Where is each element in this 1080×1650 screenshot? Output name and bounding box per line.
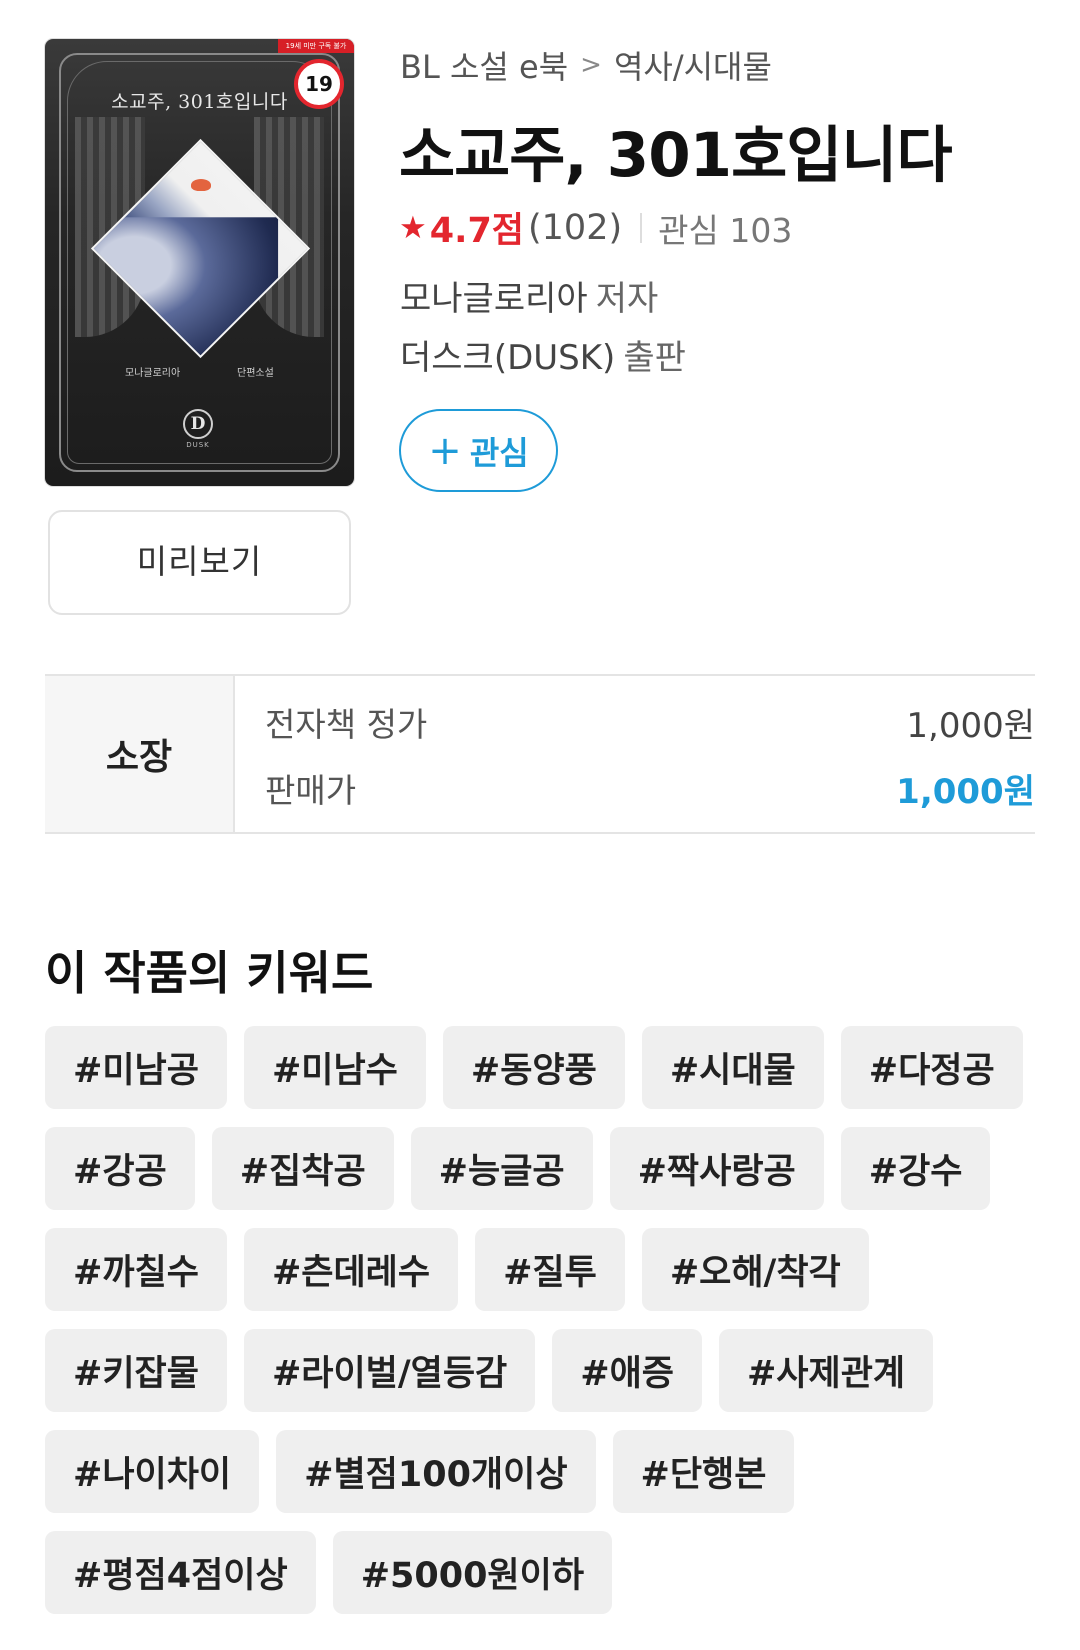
keyword-tag[interactable]: #나이차이 bbox=[45, 1430, 260, 1513]
age-rating-badge: 19 bbox=[294, 59, 344, 109]
cover-sun bbox=[191, 179, 211, 191]
keywords-heading: 이 작품의 키워드 bbox=[45, 946, 374, 1000]
keyword-tag[interactable]: #단행본 bbox=[612, 1430, 795, 1513]
breadcrumb-subcategory[interactable]: 역사/시대물 bbox=[614, 42, 772, 88]
keyword-tag[interactable]: #별점100개이상 bbox=[276, 1430, 596, 1513]
keyword-tag[interactable]: #집착공 bbox=[211, 1127, 394, 1210]
keyword-tag[interactable]: #미남공 bbox=[45, 1026, 227, 1109]
sale-price-label: 판매가 bbox=[265, 771, 357, 810]
adult-warning-strip: 19세 미만 구독 불가 bbox=[278, 39, 354, 53]
publisher-line: 더스크(DUSK) 출판 bbox=[400, 330, 686, 379]
list-price-label: 전자책 정가 bbox=[265, 705, 428, 744]
purchase-type-label: 소장 bbox=[45, 676, 235, 832]
publisher-logo-text: DUSK bbox=[186, 441, 210, 449]
keyword-tag[interactable]: #강공 bbox=[45, 1127, 195, 1210]
keyword-tag[interactable]: #짝사랑공 bbox=[609, 1127, 824, 1210]
author-line: 모나글로리아 저자 bbox=[400, 271, 658, 320]
rating-score: 4.7점 bbox=[429, 211, 524, 251]
list-price-row: 전자책 정가 1,000원 bbox=[265, 698, 1035, 747]
keyword-tag[interactable]: #오해/착각 bbox=[641, 1228, 869, 1311]
sale-price-value: 1,000원 bbox=[896, 772, 1035, 812]
cover-author: 모나글로리아 bbox=[125, 368, 181, 379]
preview-button[interactable]: 미리보기 bbox=[48, 510, 351, 615]
publisher-name[interactable]: 더스크(DUSK) bbox=[400, 338, 615, 378]
add-favorite-button[interactable]: + 관심 bbox=[399, 409, 558, 492]
keyword-tag[interactable]: #평점4점이상 bbox=[45, 1531, 316, 1614]
rating-row[interactable]: ★ 4.7점 (102) 관심 103 bbox=[399, 202, 792, 253]
add-favorite-label: 관심 bbox=[469, 433, 529, 472]
keyword-tag[interactable]: #미남수 bbox=[243, 1026, 426, 1109]
keyword-tag[interactable]: #키잡물 bbox=[45, 1329, 227, 1412]
list-price-value: 1,000원 bbox=[906, 706, 1035, 746]
plus-icon: + bbox=[428, 427, 462, 474]
sale-price-row: 판매가 1,000원 bbox=[265, 764, 1035, 813]
keyword-list: #미남공 #미남수 #동양풍 #시대물 #다정공 #강공 #집착공 #능글공 #… bbox=[45, 1026, 1035, 1614]
cover-genre: 단편소설 bbox=[237, 368, 274, 379]
publisher-logo-icon: D bbox=[183, 409, 213, 439]
keyword-tag[interactable]: #동양풍 bbox=[442, 1026, 625, 1109]
chevron-right-icon: > bbox=[580, 50, 602, 80]
book-cover[interactable]: 소교주, 301호입니다 모나글로리아 단편소설 D DUSK 19세 미만 구… bbox=[45, 39, 354, 486]
keyword-tag[interactable]: #다정공 bbox=[840, 1026, 1023, 1109]
keyword-tag[interactable]: #능글공 bbox=[410, 1127, 593, 1210]
keyword-tag[interactable]: #라이벌/열등감 bbox=[243, 1329, 536, 1412]
keyword-tag[interactable]: #질투 bbox=[475, 1228, 625, 1311]
price-rows: 전자책 정가 1,000원 판매가 1,000원 bbox=[235, 676, 1035, 832]
star-icon: ★ bbox=[399, 209, 427, 246]
keyword-tag[interactable]: #까칠수 bbox=[45, 1228, 227, 1311]
rating-count: (102) bbox=[528, 207, 623, 248]
author-role: 저자 bbox=[595, 279, 659, 319]
keyword-tag[interactable]: #강수 bbox=[840, 1127, 991, 1210]
favorite-count: 관심 103 bbox=[658, 210, 793, 250]
keyword-tag[interactable]: #애증 bbox=[552, 1329, 702, 1412]
publisher-role: 출판 bbox=[623, 338, 686, 378]
price-table: 소장 전자책 정가 1,000원 판매가 1,000원 bbox=[45, 674, 1035, 834]
divider bbox=[640, 212, 643, 243]
breadcrumb: BL 소설 e북 > 역사/시대물 bbox=[400, 42, 772, 88]
book-title: 소교주, 301호입니다 bbox=[399, 120, 953, 191]
keyword-tag[interactable]: #시대물 bbox=[641, 1026, 824, 1109]
keyword-tag[interactable]: #츤데레수 bbox=[243, 1228, 459, 1311]
keyword-tag[interactable]: #5000원이하 bbox=[332, 1531, 613, 1614]
author-name[interactable]: 모나글로리아 bbox=[400, 279, 588, 319]
breadcrumb-category[interactable]: BL 소설 e북 bbox=[400, 42, 568, 88]
keyword-tag[interactable]: #사제관계 bbox=[718, 1329, 934, 1412]
